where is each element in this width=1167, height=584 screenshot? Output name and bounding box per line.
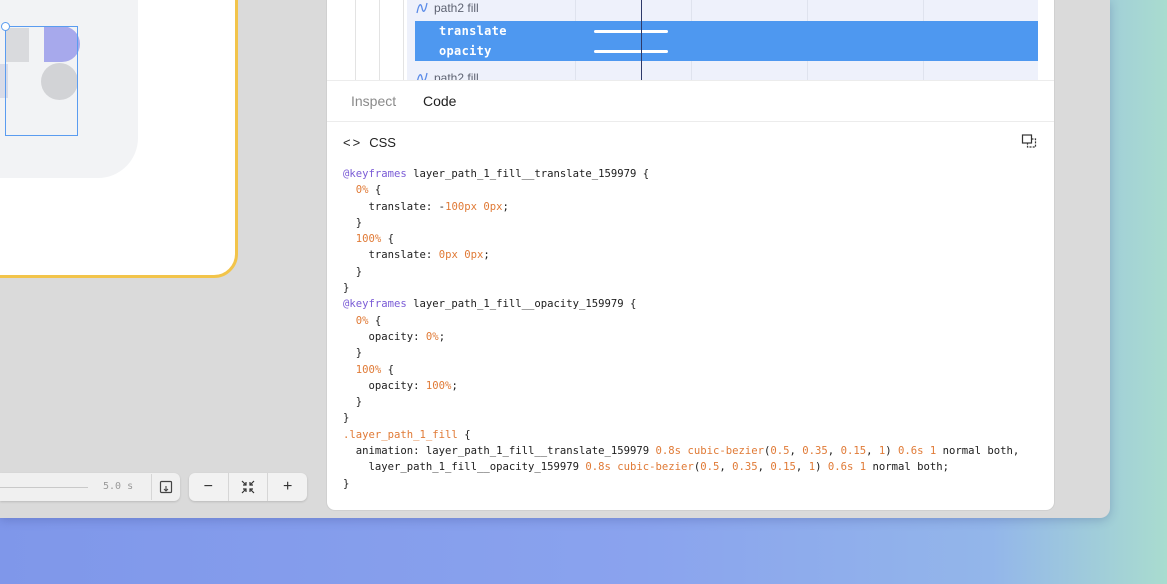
preview-toggle-button[interactable] [151, 474, 180, 500]
track-property-translate[interactable]: translate [439, 21, 507, 41]
code-token: @keyframes [343, 168, 407, 180]
keyframe-bar[interactable] [594, 30, 668, 33]
code-token: 100% [355, 363, 382, 376]
code-token: 0.8s [655, 445, 682, 458]
code-token: 0% [425, 330, 439, 343]
keyframe-bar[interactable] [594, 50, 668, 53]
code-token: cubic-bezier [617, 461, 694, 474]
code-token: 0.6s [827, 461, 854, 474]
right-panel: path2 fill path2 fill translate opacity … [327, 0, 1054, 510]
fit-button[interactable] [229, 473, 269, 501]
code-token: 0.35 [802, 445, 828, 458]
timeline-layer-row[interactable]: path2 fill [415, 68, 479, 81]
tab-code[interactable]: Code [423, 93, 456, 109]
code-token: 0px [438, 249, 458, 262]
tab-inspect[interactable]: Inspect [351, 93, 396, 109]
code-token: layer_path_1_fill__translate_159979 { [406, 168, 650, 180]
layer-name: path2 fill [434, 1, 479, 15]
app-window: 5.0 s − + path2 fill path2 fill translat… [0, 0, 1110, 518]
selection-handle[interactable] [1, 22, 10, 31]
timeline-layer-row[interactable]: path2 fill [415, 0, 479, 18]
plus-icon: + [283, 478, 293, 495]
code-token: cubic-bezier [687, 445, 764, 458]
code-token: animation: layer_path_1_fill__translate_… [355, 445, 656, 458]
tree-guide [355, 0, 356, 80]
path-icon [416, 2, 428, 14]
copy-icon[interactable] [1021, 133, 1037, 149]
code-token: 0.6s [898, 445, 924, 458]
code-token: 0.15 [770, 461, 796, 474]
code-token: 100px [445, 200, 477, 213]
collapse-icon [241, 480, 255, 494]
code-token: 0.35 [732, 461, 758, 474]
code-token: translate: [368, 249, 439, 262]
timeline-panel: path2 fill path2 fill translate opacity [327, 0, 1054, 81]
code-icon: <> [343, 134, 363, 150]
path-icon [417, 72, 428, 80]
code-token: layer_path_1_fill__opacity_159979 [368, 461, 586, 474]
code-token: 0.5 [770, 445, 790, 458]
duration-label: 5.0 s [103, 481, 134, 492]
code-token: 0% [355, 184, 369, 197]
frame-icon [159, 480, 173, 494]
scrub-track[interactable] [0, 487, 88, 488]
code-token: 0px [483, 200, 503, 213]
zoom-controls: − + [189, 473, 307, 501]
layer-name: path2 fill [434, 71, 479, 81]
code-token: 100% [425, 379, 452, 392]
code-token: 0% [355, 314, 369, 327]
code-token: 1 [878, 445, 886, 458]
code-token: .layer_path_1_fill [343, 428, 458, 441]
tree-guide [379, 0, 380, 80]
selection-box[interactable] [5, 26, 78, 136]
css-code-block[interactable]: @keyframes layer_path_1_fill__translate_… [343, 166, 1043, 492]
code-token: 1 [808, 461, 816, 474]
playback-bar: 5.0 s [0, 473, 180, 501]
canvas-area[interactable]: 5.0 s − + [0, 0, 327, 518]
code-token: @keyframes [343, 298, 407, 311]
code-token: normal both, [936, 445, 1020, 458]
code-language-header: <> CSS [343, 134, 396, 150]
code-token: layer_path_1_fill__opacity_159979 { [406, 298, 637, 311]
code-token: 0px [464, 249, 484, 262]
zoom-in-button[interactable]: + [268, 473, 307, 501]
code-token: normal both; [866, 461, 950, 474]
code-token: translate: - [368, 200, 446, 213]
zoom-out-button[interactable]: − [189, 473, 229, 501]
code-token: 0.5 [700, 461, 720, 474]
panel-tabs: Inspect Code [327, 81, 1054, 122]
code-token: 100% [355, 233, 382, 246]
code-language-label: CSS [369, 134, 396, 150]
code-token: opacity: [368, 379, 426, 392]
code-token: 0.15 [840, 445, 867, 458]
tree-guide [403, 0, 404, 80]
playhead[interactable] [641, 0, 642, 80]
track-property-opacity[interactable]: opacity [439, 41, 492, 61]
selected-track-group[interactable]: translate opacity [415, 21, 1038, 61]
minus-icon: − [203, 478, 213, 495]
code-token: 0.8s [585, 461, 611, 474]
code-token: opacity: [368, 330, 426, 343]
